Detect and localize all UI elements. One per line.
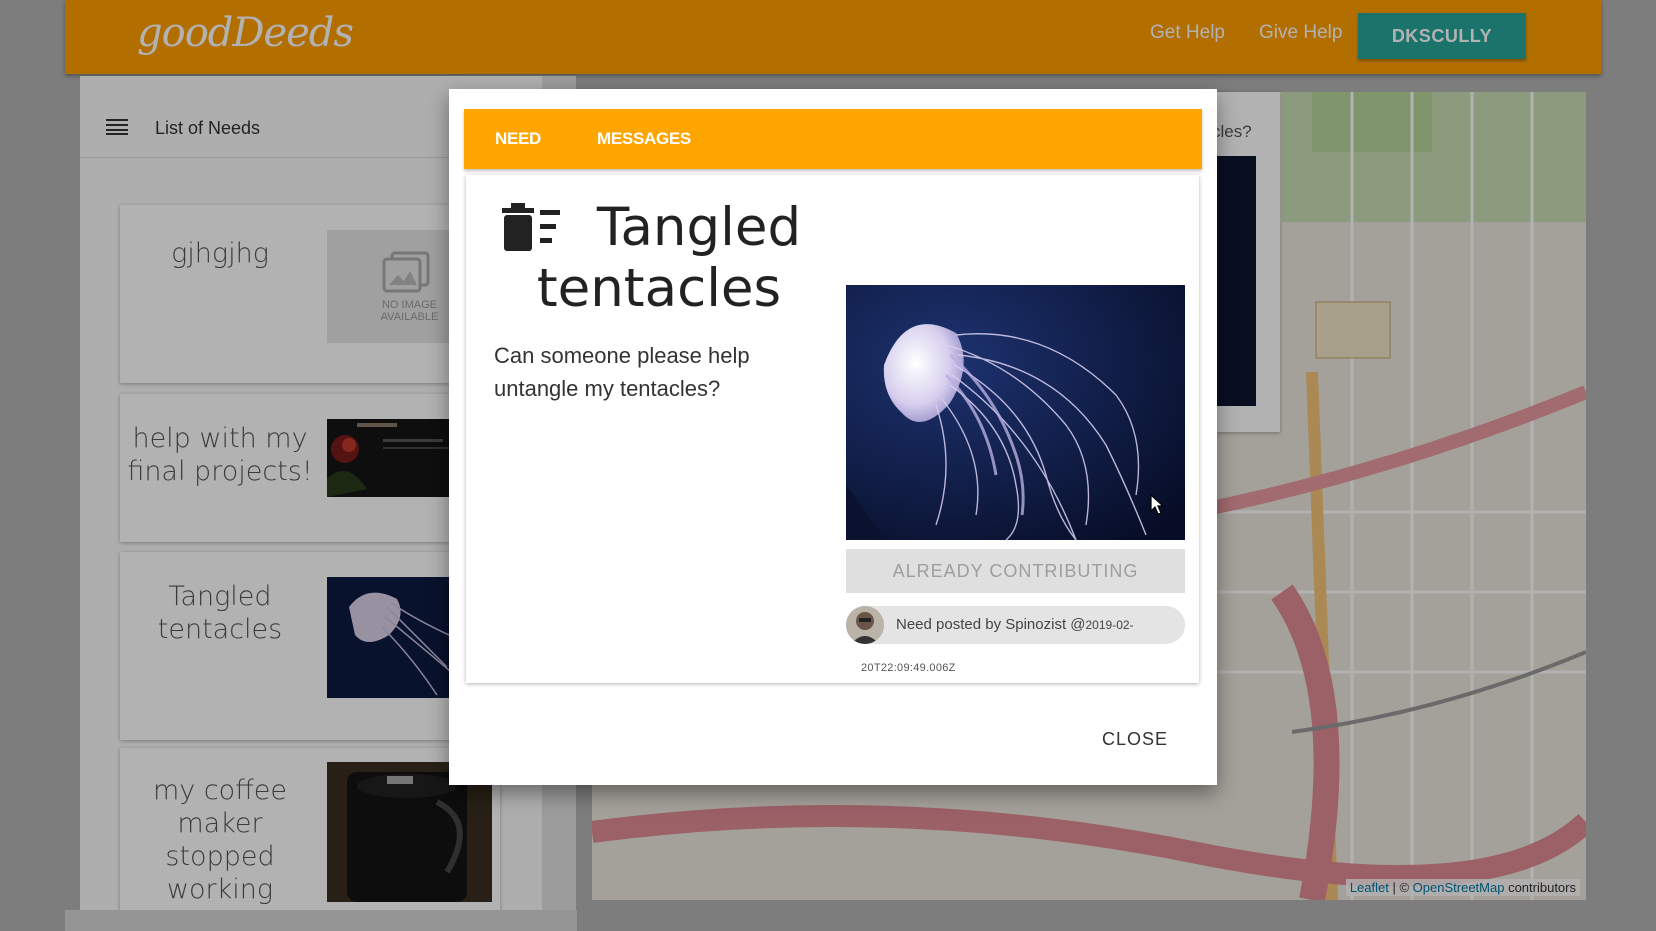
tab-need[interactable]: NEED [495,109,541,169]
mouse-cursor-icon [1150,494,1165,515]
close-button[interactable]: CLOSE [1102,729,1168,750]
modal-tabs: NEED MESSAGES [464,109,1202,169]
posted-by-label: Need posted by Spinozist @ [896,616,1086,633]
posted-time: 20T22:09:49.006Z [861,662,956,674]
tab-messages[interactable]: MESSAGES [597,109,691,169]
posted-date: 2019-02- [1085,618,1134,632]
need-modal: NEED MESSAGES Tangled tentacles Can some… [449,89,1217,785]
already-contributing-button[interactable]: ALREADY CONTRIBUTING [846,549,1185,593]
avatar [846,606,884,644]
need-detail-card: Tangled tentacles Can someone please hel… [466,175,1199,683]
need-description: Can someone please help untangle my tent… [494,343,750,401]
posted-by-text: Need posted by Spinozist @2019-02- [896,616,1134,633]
need-title: Tangled tentacles [536,197,802,319]
posted-by-chip: Need posted by Spinozist @2019-02- [846,606,1185,644]
jellyfish-image [846,285,1185,540]
